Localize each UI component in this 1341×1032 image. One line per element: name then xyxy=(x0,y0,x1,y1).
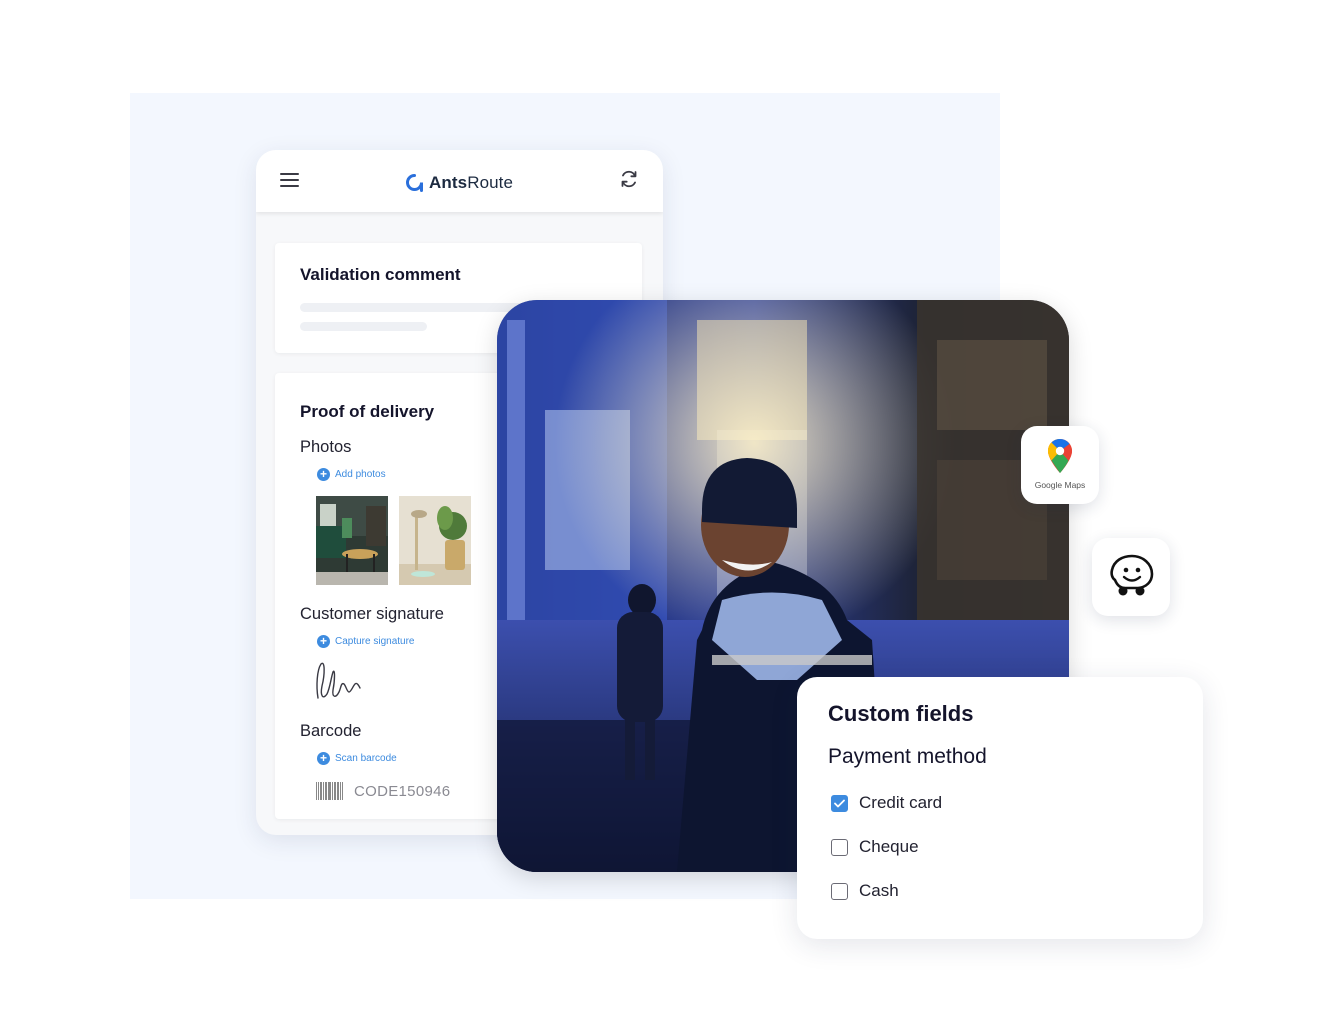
checkbox-unchecked[interactable] xyxy=(831,838,848,856)
scan-barcode-button[interactable]: + Scan barcode xyxy=(317,752,397,765)
google-maps-pin-icon xyxy=(1048,439,1072,473)
plus-icon: + xyxy=(317,468,330,481)
scan-barcode-label: Scan barcode xyxy=(335,753,397,764)
checkbox-checked[interactable] xyxy=(831,794,848,812)
brand-logo: AntsRoute xyxy=(406,172,513,194)
custom-fields-card: Custom fields Payment method Credit card… xyxy=(797,677,1203,939)
add-photos-label: Add photos xyxy=(335,469,386,480)
checkbox-unchecked[interactable] xyxy=(831,882,848,900)
customer-signature-label: Customer signature xyxy=(300,605,444,623)
refresh-icon[interactable] xyxy=(619,169,639,189)
google-maps-app-icon[interactable]: Google Maps xyxy=(1021,426,1099,504)
delivery-photo-thumbnail[interactable] xyxy=(316,496,388,585)
comment-placeholder-line xyxy=(300,322,427,331)
proof-of-delivery-title: Proof of delivery xyxy=(300,402,435,421)
add-photos-button[interactable]: + Add photos xyxy=(317,468,386,481)
barcode-label: Barcode xyxy=(300,722,362,740)
payment-option-cash[interactable]: Cash xyxy=(831,881,899,901)
capture-signature-button[interactable]: + Capture signature xyxy=(317,635,415,648)
barcode-result: CODE150946 xyxy=(316,782,450,800)
checkmark-icon xyxy=(834,799,845,807)
google-maps-label: Google Maps xyxy=(1034,480,1086,490)
photos-label: Photos xyxy=(300,438,352,456)
barcode-icon xyxy=(316,782,344,800)
payment-option-credit-card[interactable]: Credit card xyxy=(831,793,942,813)
capture-signature-label: Capture signature xyxy=(335,636,415,647)
signature-image xyxy=(316,662,361,699)
payment-option-cheque[interactable]: Cheque xyxy=(831,837,919,857)
antsroute-logo-icon xyxy=(406,174,423,192)
plus-icon: + xyxy=(317,635,330,648)
app-header: AntsRoute xyxy=(256,150,663,212)
payment-method-label: Payment method xyxy=(828,745,987,768)
custom-fields-title: Custom fields xyxy=(828,701,974,726)
validation-comment-title: Validation comment xyxy=(300,265,461,284)
plus-icon: + xyxy=(317,752,330,765)
hamburger-menu-icon[interactable] xyxy=(280,173,299,188)
option-label: Cheque xyxy=(859,837,919,856)
option-label: Cash xyxy=(859,881,899,900)
barcode-value: CODE150946 xyxy=(354,782,451,800)
waze-app-icon[interactable] xyxy=(1092,538,1170,616)
waze-icon xyxy=(1110,554,1154,596)
option-label: Credit card xyxy=(859,793,943,812)
delivery-photo-thumbnail[interactable] xyxy=(399,496,471,585)
brand-name: AntsRoute xyxy=(429,173,514,192)
